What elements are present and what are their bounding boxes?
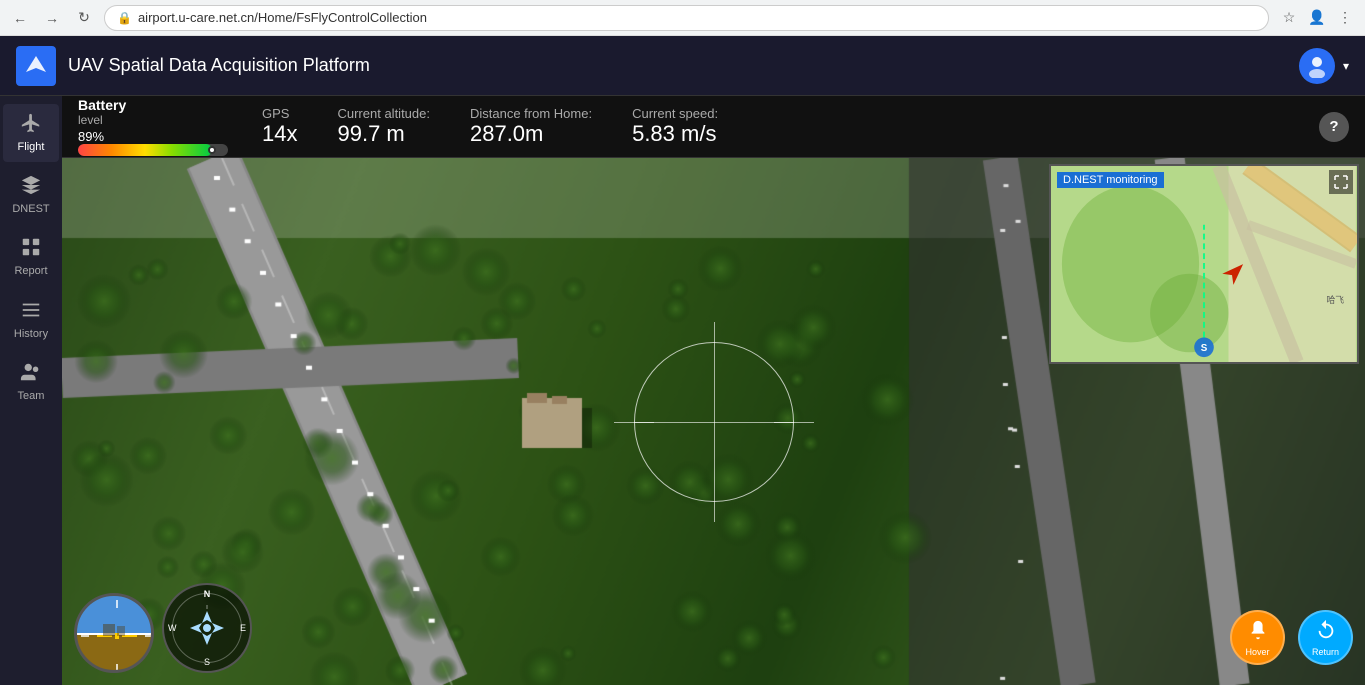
app-logo xyxy=(16,46,56,86)
speed-value: 5.83 m/s xyxy=(632,121,716,147)
profile-button[interactable]: 👤 xyxy=(1305,6,1329,30)
map-svg: S 哈飞 xyxy=(1051,166,1357,362)
battery-section: Battery level 89% xyxy=(78,97,238,156)
dnest-icon xyxy=(20,174,42,200)
sidebar-item-team[interactable]: Team xyxy=(3,353,59,411)
battery-percent: 89% xyxy=(78,129,104,144)
map-label: D.NEST monitoring xyxy=(1057,172,1164,188)
url-text: airport.u-care.net.cn/Home/FsFlyControlC… xyxy=(138,10,427,25)
history-icon xyxy=(20,299,42,325)
map-overlay: D.NEST monitoring xyxy=(1049,164,1359,364)
compass: N S E W xyxy=(162,583,252,673)
crosshair-left-tick xyxy=(634,422,654,423)
distance-label: Distance from Home: xyxy=(470,106,592,121)
flight-icon xyxy=(20,112,42,138)
team-label: Team xyxy=(18,390,45,403)
battery-label: Battery xyxy=(78,97,126,113)
lock-icon: 🔒 xyxy=(117,11,132,25)
speed-stat: Current speed: 5.83 m/s xyxy=(632,106,718,147)
attitude-circle xyxy=(74,593,154,673)
video-container: D.NEST monitoring xyxy=(62,158,1365,685)
report-icon xyxy=(20,236,42,262)
compass-ring: N S E W xyxy=(162,583,252,673)
sidebar-item-report[interactable]: Report xyxy=(3,228,59,286)
main-layout: Flight DNEST xyxy=(0,96,1365,685)
hover-label: Hover xyxy=(1245,647,1269,657)
attitude-indicator xyxy=(74,593,154,673)
hover-button[interactable]: Hover xyxy=(1230,610,1285,665)
sidebar: Flight DNEST xyxy=(0,96,62,685)
altitude-value: 99.7 m xyxy=(337,121,404,147)
map-expand-button[interactable] xyxy=(1329,170,1353,194)
sidebar-item-history[interactable]: History xyxy=(3,291,59,349)
bookmark-button[interactable]: ☆ xyxy=(1277,6,1301,30)
status-bar: Battery level 89% GPS 14x Cur xyxy=(62,96,1365,158)
avatar[interactable] xyxy=(1299,48,1335,84)
gps-value: 14x xyxy=(262,121,297,147)
sidebar-item-flight[interactable]: Flight xyxy=(3,104,59,162)
svg-text:哈飞: 哈飞 xyxy=(1327,294,1345,305)
forward-button[interactable]: → xyxy=(40,6,64,30)
compass-inner xyxy=(172,593,242,663)
return-icon xyxy=(1315,619,1337,647)
app-container: UAV Spatial Data Acquisition Platform ▾ … xyxy=(0,36,1365,685)
distance-stat: Distance from Home: 287.0m xyxy=(470,106,592,147)
return-label: Return xyxy=(1312,647,1339,657)
refresh-button[interactable]: ↻ xyxy=(72,6,96,30)
crosshair-circle xyxy=(634,342,794,502)
menu-button[interactable]: ⋮ xyxy=(1333,6,1357,30)
dnest-label: DNEST xyxy=(12,203,49,216)
address-bar[interactable]: 🔒 airport.u-care.net.cn/Home/FsFlyContro… xyxy=(104,5,1269,31)
altitude-stat: Current altitude: 99.7 m xyxy=(337,106,430,147)
browser-bar: ← → ↻ 🔒 airport.u-care.net.cn/Home/FsFly… xyxy=(0,0,1365,36)
back-button[interactable]: ← xyxy=(8,6,32,30)
battery-bar xyxy=(78,144,228,156)
battery-fill xyxy=(78,144,212,156)
battery-indicator xyxy=(208,146,216,154)
content-area: Battery level 89% GPS 14x Cur xyxy=(62,96,1365,685)
svg-text:S: S xyxy=(1201,343,1208,354)
history-label: History xyxy=(14,328,48,341)
account-dropdown[interactable]: ▾ xyxy=(1343,59,1349,73)
sidebar-item-dnest[interactable]: DNEST xyxy=(3,166,59,224)
gps-label: GPS xyxy=(262,106,289,121)
help-button[interactable]: ? xyxy=(1319,112,1349,142)
flight-label: Flight xyxy=(18,141,45,154)
team-icon xyxy=(20,361,42,387)
crosshair xyxy=(614,322,814,522)
battery-sub-label: level xyxy=(78,113,238,127)
gps-stat: GPS 14x xyxy=(262,106,297,147)
crosshair-right-tick xyxy=(774,422,794,423)
distance-value: 287.0m xyxy=(470,121,543,147)
report-label: Report xyxy=(14,265,47,278)
altitude-label: Current altitude: xyxy=(337,106,430,121)
speed-label: Current speed: xyxy=(632,106,718,121)
app-header: UAV Spatial Data Acquisition Platform ▾ xyxy=(0,36,1365,96)
return-button[interactable]: Return xyxy=(1298,610,1353,665)
app-title: UAV Spatial Data Acquisition Platform xyxy=(68,55,1299,76)
hover-icon xyxy=(1247,619,1269,647)
map-bg: D.NEST monitoring xyxy=(1051,166,1357,362)
